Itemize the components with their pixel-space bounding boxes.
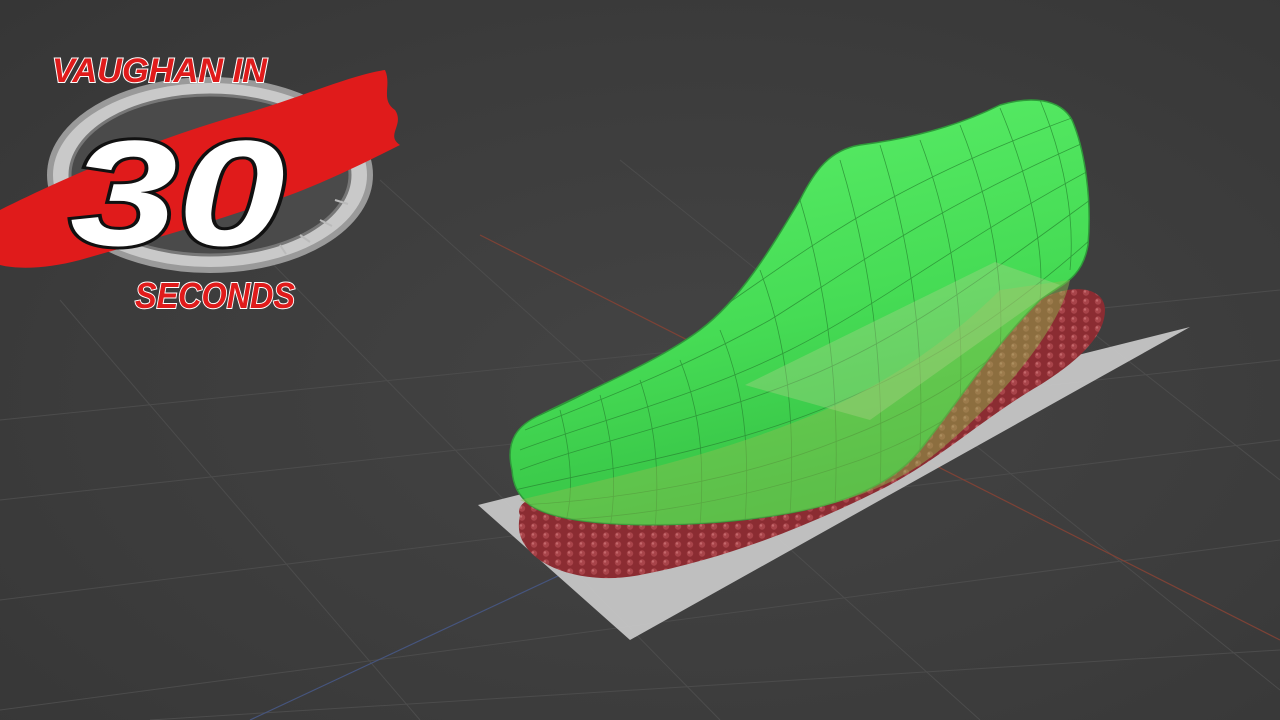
y-axis-line xyxy=(249,574,561,720)
channel-logo: VAUGHAN IN 30 SECONDS xyxy=(0,51,400,317)
shoe-last-mesh[interactable] xyxy=(509,99,1090,528)
3d-viewport[interactable]: VAUGHAN IN 30 SECONDS xyxy=(0,0,1280,720)
logo-line1: VAUGHAN IN xyxy=(52,52,268,90)
logo-number: 30 xyxy=(70,109,285,277)
logo-line2: SECONDS xyxy=(135,275,295,316)
